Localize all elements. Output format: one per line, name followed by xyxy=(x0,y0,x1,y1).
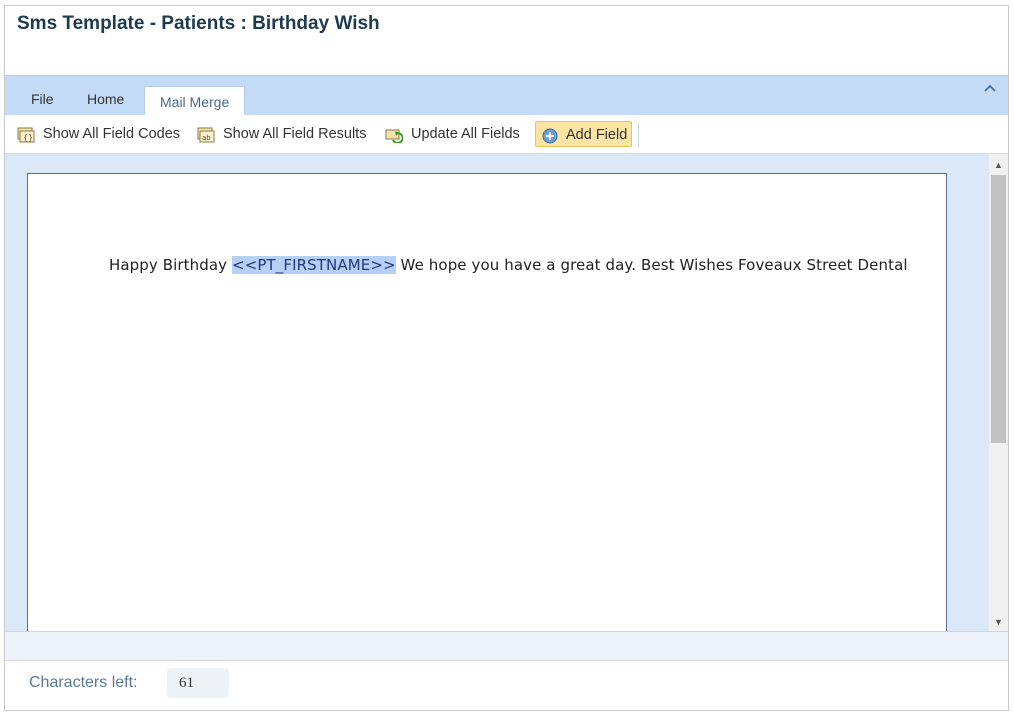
field-codes-icon: {} xyxy=(17,126,35,143)
editor-area: Happy Birthday <<PT_FIRSTNAME>> We hope … xyxy=(5,154,989,631)
chevron-up-icon[interactable] xyxy=(984,80,996,95)
document-page[interactable]: Happy Birthday <<PT_FIRSTNAME>> We hope … xyxy=(27,173,947,631)
add-field-label: Add Field xyxy=(566,127,628,143)
show-all-field-results-button[interactable]: ab Show All Field Results xyxy=(197,121,377,147)
add-field-button[interactable]: Add Field xyxy=(535,121,632,147)
show-all-field-codes-label: Show All Field Codes xyxy=(43,126,181,142)
svg-text:ab: ab xyxy=(202,134,211,142)
message-text[interactable]: Happy Birthday <<PT_FIRSTNAME>> We hope … xyxy=(109,256,908,274)
update-all-fields-button[interactable]: Update All Fields xyxy=(385,121,530,147)
add-circle-icon xyxy=(541,127,559,144)
show-all-field-codes-button[interactable]: {} Show All Field Codes xyxy=(17,121,187,147)
vertical-scrollbar[interactable]: ▲ ▼ xyxy=(989,154,1008,631)
toolbar-separator xyxy=(638,123,639,147)
message-text-before: Happy Birthday xyxy=(109,256,233,274)
merge-field-pt-firstname[interactable]: <<PT_FIRSTNAME>> xyxy=(232,256,396,274)
characters-left-value: 61 xyxy=(167,668,229,698)
scroll-down-arrow-icon[interactable]: ▼ xyxy=(989,614,1008,630)
scroll-up-arrow-icon[interactable]: ▲ xyxy=(989,157,1008,173)
sms-template-window: Sms Template - Patients : Birthday Wish … xyxy=(4,5,1009,711)
field-results-icon: ab xyxy=(197,126,215,143)
tab-mail-merge[interactable]: Mail Merge xyxy=(144,86,246,116)
tab-file[interactable]: File xyxy=(31,91,54,107)
window-title: Sms Template - Patients : Birthday Wish xyxy=(17,13,380,34)
show-all-field-results-label: Show All Field Results xyxy=(223,126,367,142)
svg-text:{}: {} xyxy=(23,133,33,142)
mail-merge-toolbar: {} Show All Field Codes ab Show All Fiel… xyxy=(5,115,1008,154)
editor-status-bar xyxy=(5,631,1008,661)
scrollbar-thumb[interactable] xyxy=(991,175,1006,443)
tab-home[interactable]: Home xyxy=(87,91,124,107)
message-text-after: We hope you have a great day. Best Wishe… xyxy=(395,256,908,274)
ribbon-tab-bar: File Home Mail Merge xyxy=(5,75,1008,116)
update-all-fields-label: Update All Fields xyxy=(411,126,520,142)
update-fields-icon xyxy=(385,126,404,144)
characters-left-label: Characters left: xyxy=(29,674,138,691)
